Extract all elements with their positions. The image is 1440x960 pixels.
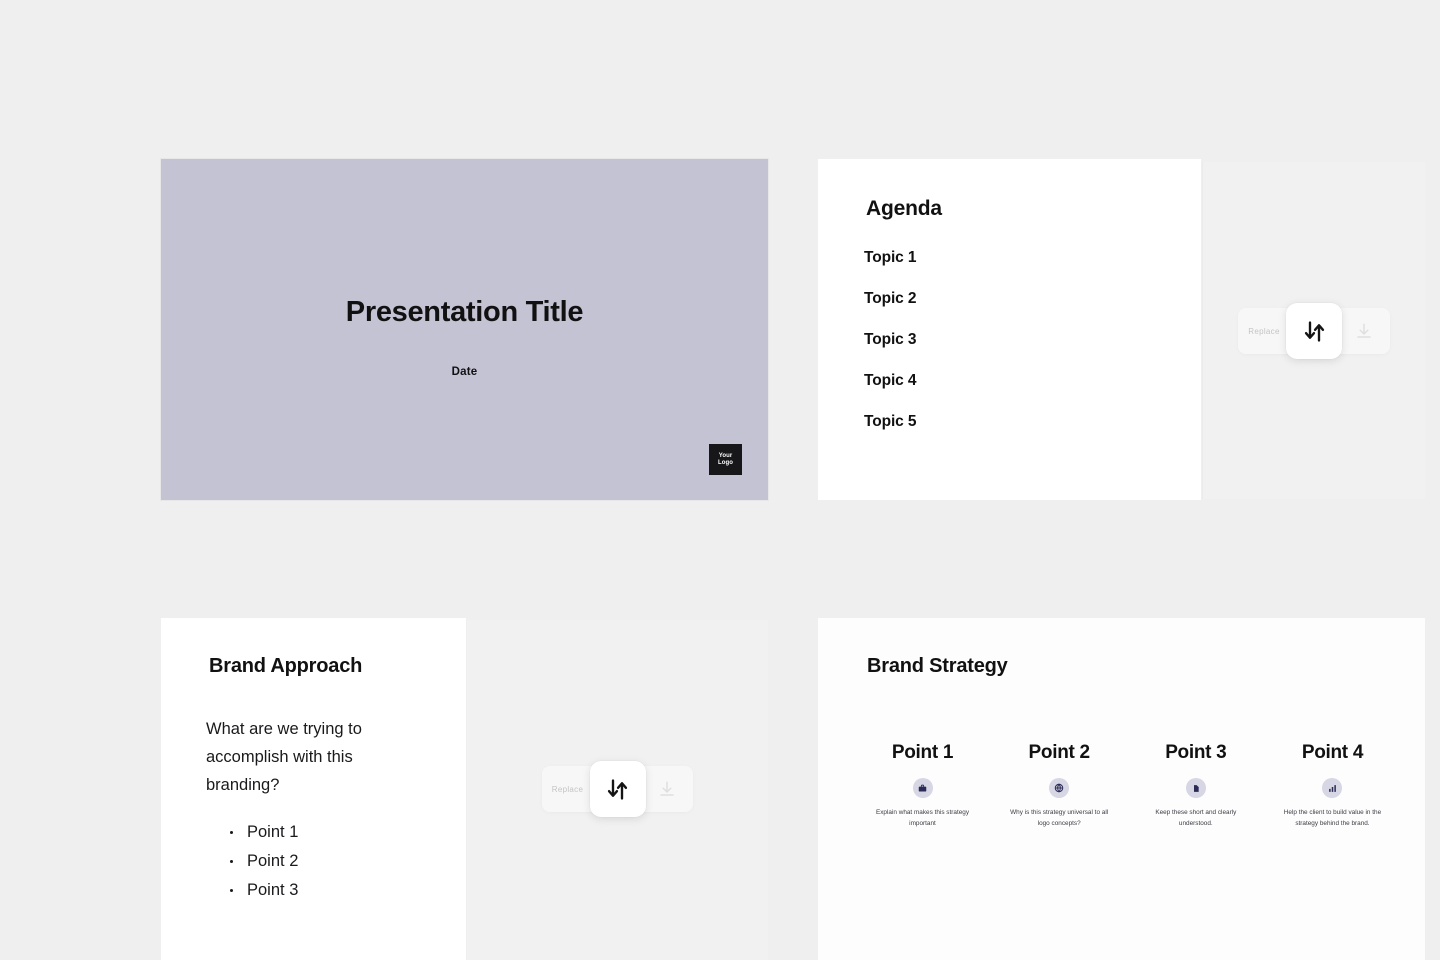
swap-vertical-icon	[1304, 320, 1324, 342]
strategy-point-3: Point 3 Keep these short and clearly und…	[1129, 742, 1262, 829]
agenda-heading: Agenda	[866, 197, 942, 220]
strategy-point-description: Help the client to build value in the st…	[1283, 809, 1382, 827]
agenda-overlay-left-label: Replace	[1248, 326, 1280, 336]
slide-board: Presentation Title Date Your Logo Agenda…	[0, 0, 1440, 960]
list-item: Point 1	[229, 818, 298, 847]
strategy-point-description: Explain what makes this strategy importa…	[875, 809, 970, 827]
slide-brand-approach-card[interactable]: Brand Approach What are we trying to acc…	[161, 618, 466, 960]
strategy-point-1: Point 1 Explain what makes this strategy…	[856, 742, 989, 829]
brand-approach-bullet-list: Point 1 Point 2 Point 3	[223, 818, 298, 905]
list-item: Topic 4	[864, 372, 917, 389]
strategy-point-heading: Point 2	[1028, 742, 1091, 763]
strategy-point-2: Point 2 Why is this strategy universal t…	[993, 742, 1126, 829]
briefcase-icon	[912, 778, 933, 798]
brand-strategy-heading: Brand Strategy	[867, 655, 1008, 677]
strategy-point-description: Keep these short and clearly understood.	[1155, 809, 1237, 827]
slide-agenda-card[interactable]: Agenda Topic 1 Topic 2 Topic 3 Topic 4 T…	[818, 159, 1201, 500]
brand-approach-body: What are we trying to accomplish with th…	[206, 720, 362, 794]
title-date: Date	[451, 366, 478, 378]
strategy-point-4: Point 4 Help the client to build value i…	[1266, 742, 1399, 829]
approach-slide-actions-overlay: Replace	[467, 743, 768, 835]
strategy-point-description: Why is this strategy universal to all lo…	[1010, 809, 1109, 827]
strategy-point-heading: Point 3	[1165, 742, 1227, 763]
globe-icon	[1049, 778, 1070, 798]
strategy-point-heading: Point 4	[1301, 742, 1364, 763]
agenda-slide-actions-overlay: Replace	[1203, 285, 1425, 377]
list-item: Topic 5	[864, 413, 917, 430]
document-icon	[1185, 778, 1206, 798]
list-item: Topic 1	[864, 249, 917, 266]
agenda-topic-list: Topic 1 Topic 2 Topic 3 Topic 4 Topic 5	[864, 249, 917, 454]
download-icon[interactable]	[1342, 311, 1386, 351]
download-icon[interactable]	[645, 769, 689, 809]
slide-brand-strategy-card[interactable]: Brand Strategy Point 1 Explain what make…	[818, 618, 1425, 960]
swap-vertical-icon-button[interactable]	[589, 761, 646, 817]
approach-overlay-left-label: Replace	[551, 784, 584, 794]
logo-line-2: Logo	[717, 459, 734, 466]
list-item: Point 3	[229, 876, 298, 905]
list-item: Topic 3	[864, 331, 917, 348]
chart-icon	[1322, 778, 1343, 798]
strategy-point-heading: Point 1	[891, 742, 954, 763]
list-item: Topic 2	[864, 290, 917, 307]
swap-vertical-icon-button[interactable]	[1286, 303, 1342, 359]
brand-approach-heading: Brand Approach	[209, 655, 363, 677]
slide-title-card[interactable]: Presentation Title Date Your Logo	[161, 159, 768, 500]
logo-placeholder[interactable]: Your Logo	[709, 444, 742, 475]
page-title: Presentation Title	[345, 296, 584, 328]
swap-vertical-icon	[607, 778, 628, 800]
brand-strategy-points-row: Point 1 Explain what makes this strategy…	[856, 742, 1399, 829]
list-item: Point 2	[229, 847, 298, 876]
logo-line-1: Your	[718, 452, 733, 459]
